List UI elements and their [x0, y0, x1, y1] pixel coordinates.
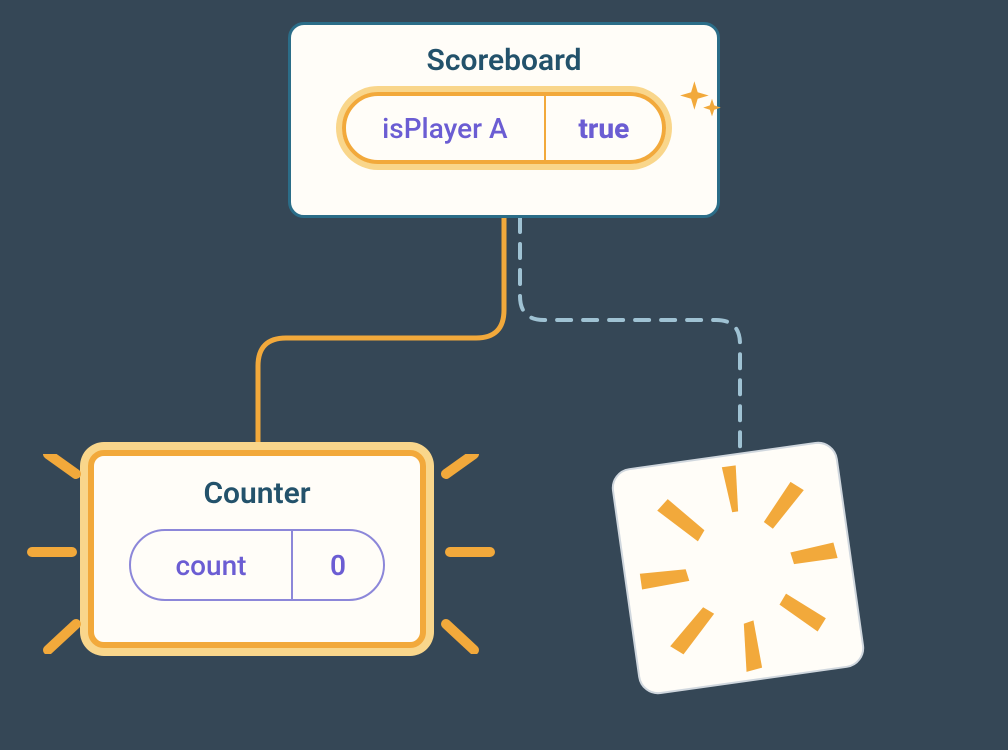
scoreboard-node: Scoreboard isPlayer A true — [288, 22, 720, 218]
burst-icon — [612, 441, 867, 697]
edge-scoreboard-counter — [258, 218, 504, 450]
state-pill-count: count 0 — [129, 529, 385, 601]
state-label: isPlayer A — [346, 96, 546, 160]
counter-title: Counter — [203, 476, 310, 511]
state-value: true — [546, 96, 662, 160]
scoreboard-title: Scoreboard — [427, 43, 582, 78]
state-value: 0 — [293, 531, 383, 599]
state-label: count — [131, 531, 293, 599]
counter-node: Counter count 0 — [88, 450, 426, 648]
edge-scoreboard-placeholder — [520, 218, 740, 450]
sparkle-icon — [679, 79, 723, 123]
emphasis-rays-left — [18, 454, 98, 654]
emphasis-rays-right — [424, 454, 504, 654]
state-pill-isplayera: isPlayer A true — [342, 92, 666, 164]
diagram-canvas: Scoreboard isPlayer A true Counter count… — [0, 0, 1008, 750]
placeholder-node — [609, 439, 867, 697]
